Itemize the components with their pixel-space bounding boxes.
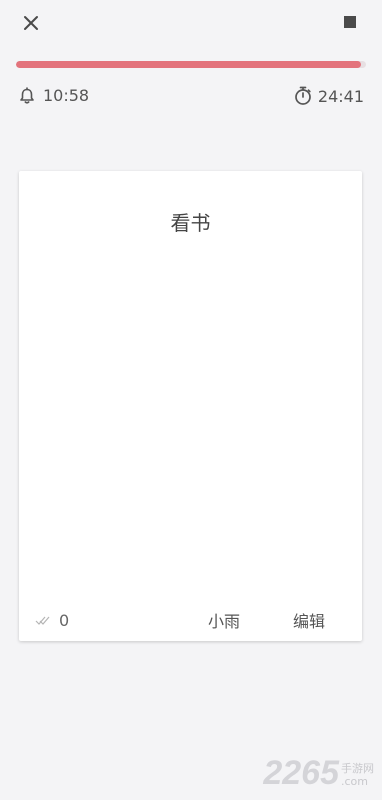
watermark-number: 2265 [263, 754, 339, 792]
task-title: 看书 [170, 211, 211, 235]
watermark-domain: .com [341, 775, 368, 788]
completion-count-value: 0 [59, 610, 70, 630]
watermark-text: 手游网 .com [341, 762, 374, 790]
task-card: 看书 0 小雨 编辑 [19, 171, 362, 641]
stopwatch-icon [294, 86, 312, 106]
completion-count: 0 [35, 611, 69, 630]
watermark-site-name: 手游网 [341, 762, 374, 775]
alarm-time-label: 10:58 [43, 86, 90, 105]
close-button[interactable] [20, 12, 42, 34]
weather-label: 小雨 [208, 612, 241, 631]
watermark-logo: 2265 手游网 .com [263, 756, 374, 790]
progress-bar-fill [16, 61, 361, 68]
alarm-time: 10:58 [18, 86, 89, 105]
elapsed-timer: 24:41 [294, 86, 364, 106]
progress-bar [16, 61, 366, 68]
double-check-icon [35, 614, 51, 626]
bell-icon [18, 86, 36, 105]
edit-button[interactable]: 编辑 [293, 608, 325, 632]
elapsed-time-label: 24:41 [317, 86, 364, 106]
stop-button[interactable] [344, 16, 356, 28]
close-icon [20, 12, 42, 34]
card-footer: 0 小雨 编辑 [19, 609, 362, 631]
